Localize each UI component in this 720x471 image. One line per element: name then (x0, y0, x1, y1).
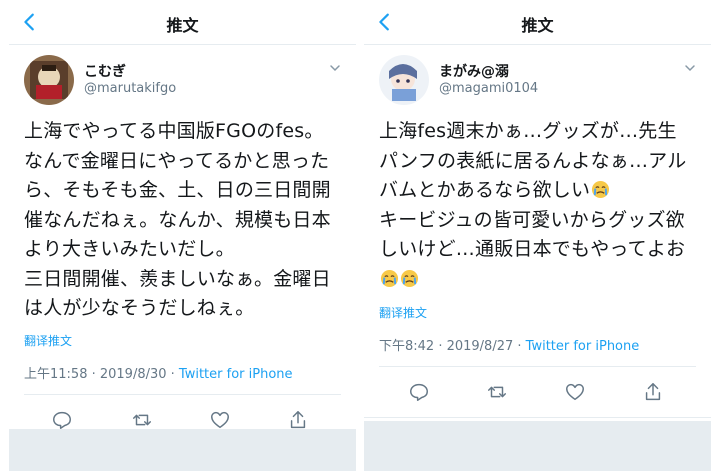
tweet-meta: 上午11:58 · 2019/8/30 · Twitter for iPhone (24, 363, 341, 395)
reply-icon[interactable] (408, 381, 430, 403)
nav-bar: 推文 (9, 0, 356, 45)
chevron-down-icon[interactable] (683, 61, 697, 75)
translate-link[interactable]: 翻译推文 (24, 332, 341, 349)
reply-icon[interactable] (51, 409, 73, 431)
heart-icon[interactable] (564, 381, 586, 403)
tweet-header: まがみ@溺 @magami0104 (364, 55, 711, 111)
source-link[interactable]: Twitter for iPhone (179, 367, 293, 382)
timestamp: 下午8:42 · 2019/8/27 · (379, 339, 526, 354)
avatar[interactable] (379, 55, 429, 105)
page-title: 推文 (521, 16, 554, 35)
share-icon[interactable] (642, 381, 664, 403)
translate-link[interactable]: 翻译推文 (379, 304, 696, 321)
panel-gap (356, 0, 364, 471)
tweet-text-line-1: 上海fes週末かぁ…グッズが…先生パンフの表紙に居るんよなぁ…アルバムとかあるな… (379, 120, 687, 201)
crying-face-emoji (592, 180, 610, 199)
footer-area (364, 421, 711, 471)
tweet-meta: 下午8:42 · 2019/8/27 · Twitter for iPhone (379, 335, 696, 367)
tweet-panel-left: 推文 こむぎ @marutakifgo 上海でやってる中国版FGOのfes。なん… (9, 0, 356, 471)
retweet-icon[interactable] (131, 409, 153, 431)
share-icon[interactable] (287, 409, 309, 431)
user-handle[interactable]: @magami0104 (439, 81, 538, 96)
tweet-text: 上海でやってる中国版FGOのfes。なんで金曜日にやってるかと思ったら、そもそも… (24, 120, 331, 319)
timestamp: 上午11:58 · 2019/8/30 · (24, 366, 179, 382)
tweet-header: こむぎ @marutakifgo (9, 55, 356, 111)
footer-area (9, 429, 356, 471)
crying-face-emoji (380, 269, 399, 287)
chevron-down-icon[interactable] (328, 61, 342, 75)
display-name[interactable]: こむぎ (84, 61, 126, 81)
tweet-panel-right: 推文 まがみ@溺 @magami0104 上海fes週末かぁ…グッズが…先生パン… (364, 0, 711, 471)
action-bar (364, 367, 711, 418)
nav-bar: 推文 (364, 0, 711, 45)
retweet-icon[interactable] (486, 381, 508, 403)
user-handle[interactable]: @marutakifgo (84, 81, 176, 96)
display-name[interactable]: まがみ@溺 (439, 61, 509, 81)
tweet-text: 上海fes週末かぁ…グッズが…先生パンフの表紙に居るんよなぁ…アルバムとかあるな… (379, 117, 696, 294)
page-title: 推文 (166, 16, 199, 35)
avatar[interactable] (24, 55, 74, 105)
heart-icon[interactable] (209, 409, 231, 431)
crying-face-emoji (400, 269, 419, 287)
source-link[interactable]: Twitter for iPhone (526, 339, 640, 354)
tweet-text-line-2: キービジュの皆可愛いからグッズ欲しいけど…通販日本でもやってよお (379, 208, 686, 261)
